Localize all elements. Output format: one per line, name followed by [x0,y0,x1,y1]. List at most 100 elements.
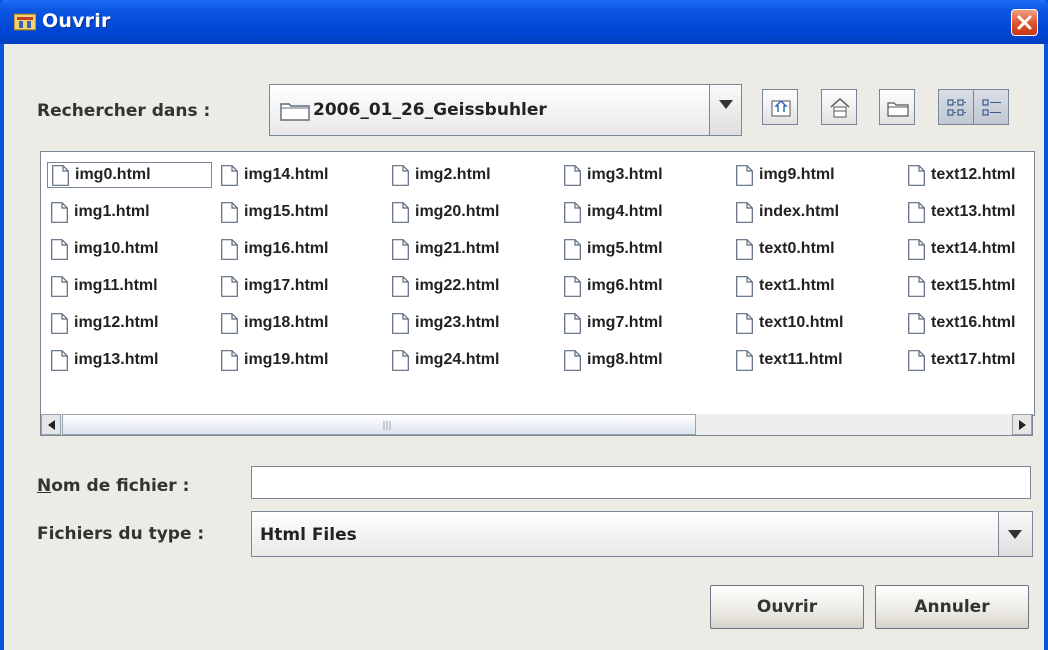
file-item[interactable]: img5.html [560,236,730,262]
cancel-button[interactable]: Annuler [875,585,1029,629]
close-icon [1017,15,1032,30]
new-folder-button[interactable] [879,89,915,125]
file-name: img15.html [244,203,329,220]
filetype-combo[interactable]: Html Files [251,511,1033,557]
file-item[interactable]: text0.html [732,236,902,262]
title-bar[interactable]: Ouvrir [0,0,1048,44]
file-item[interactable]: img24.html [388,347,558,373]
chevron-down-icon [1008,530,1022,539]
details-view-button[interactable] [973,89,1009,125]
file-item[interactable]: text13.html [904,199,1034,225]
file-name: img20.html [415,203,500,220]
file-item[interactable]: index.html [732,199,902,225]
file-icon [221,349,238,371]
up-one-level-button[interactable] [762,89,798,125]
file-icon [908,349,925,371]
file-item[interactable]: img23.html [388,310,558,336]
file-item[interactable]: text14.html [904,236,1034,262]
file-item[interactable]: img16.html [217,236,387,262]
file-item[interactable]: img9.html [732,162,902,188]
file-icon [52,164,69,186]
file-item[interactable]: img15.html [217,199,387,225]
arrow-left-icon [48,420,55,430]
file-item[interactable]: img3.html [560,162,730,188]
file-item[interactable]: img1.html [47,199,212,225]
file-icon [908,164,925,186]
scroll-left-button[interactable] [41,414,61,435]
file-item[interactable]: text15.html [904,273,1034,299]
open-button[interactable]: Ouvrir [710,585,864,629]
file-icon [392,238,409,260]
file-icon [564,275,581,297]
file-name: text16.html [931,314,1016,331]
scroll-thumb[interactable] [62,414,696,435]
window-title: Ouvrir [42,10,111,32]
file-item[interactable]: img2.html [388,162,558,188]
file-icon [564,312,581,334]
new-folder-icon [887,102,909,117]
file-item[interactable]: img0.html [47,162,212,188]
look-in-label: Rechercher dans : [37,101,211,121]
file-icon [908,238,925,260]
file-name: text15.html [931,277,1016,294]
home-button[interactable] [821,89,857,125]
arrow-right-icon [1019,420,1026,430]
file-item[interactable]: text11.html [732,347,902,373]
file-name: img13.html [74,351,159,368]
file-icon [564,238,581,260]
file-item[interactable]: img12.html [47,310,212,336]
file-item[interactable]: img6.html [560,273,730,299]
list-view-icon [947,99,966,116]
file-name: index.html [759,203,840,220]
file-name: img1.html [74,203,150,220]
file-item[interactable]: img22.html [388,273,558,299]
look-in-value: 2006_01_26_Geissbuhler [313,100,547,120]
file-item[interactable]: img18.html [217,310,387,336]
file-item[interactable]: img19.html [217,347,387,373]
file-item[interactable]: text17.html [904,347,1034,373]
chevron-down-icon [719,100,733,109]
file-list[interactable]: img0.html img1.html img10.html img11.html im… [40,151,1035,416]
file-item[interactable]: text1.html [732,273,902,299]
file-icon [908,312,925,334]
file-name: img11.html [74,277,158,294]
file-icon [392,312,409,334]
file-item[interactable]: img21.html [388,236,558,262]
file-item[interactable]: img10.html [47,236,212,262]
scroll-right-button[interactable] [1012,414,1032,435]
file-item[interactable]: img20.html [388,199,558,225]
file-icon [736,349,753,371]
file-item[interactable]: img14.html [217,162,387,188]
file-item[interactable]: img8.html [560,347,730,373]
file-name: text12.html [931,166,1016,183]
look-in-combo[interactable]: 2006_01_26_Geissbuhler [269,84,742,136]
look-in-dropdown-button[interactable] [709,85,741,135]
file-name: text13.html [931,203,1016,220]
filetype-label: Fichiers du type : [37,524,205,544]
file-icon [51,201,68,223]
file-item[interactable]: text10.html [732,310,902,336]
file-item[interactable]: text12.html [904,162,1034,188]
file-icon [908,201,925,223]
file-item[interactable]: img13.html [47,347,212,373]
file-name: text17.html [931,351,1016,368]
file-item[interactable]: img4.html [560,199,730,225]
file-name: text1.html [759,277,835,294]
file-name: img16.html [244,240,329,257]
file-item[interactable]: img11.html [47,273,212,299]
file-icon [736,312,753,334]
close-button[interactable] [1011,9,1038,36]
list-view-button[interactable] [938,89,974,125]
filename-label-text: Nom de fichier : [37,476,190,496]
file-icon [221,201,238,223]
filename-input[interactable] [251,466,1031,499]
file-item[interactable]: text16.html [904,310,1034,336]
file-name: img19.html [244,351,329,368]
file-item[interactable]: img17.html [217,273,387,299]
file-item[interactable]: img7.html [560,310,730,336]
horizontal-scrollbar[interactable] [40,414,1033,436]
filetype-dropdown-button[interactable] [998,512,1032,556]
file-name: text11.html [759,351,843,368]
file-icon [736,238,753,260]
file-name: img21.html [415,240,500,257]
